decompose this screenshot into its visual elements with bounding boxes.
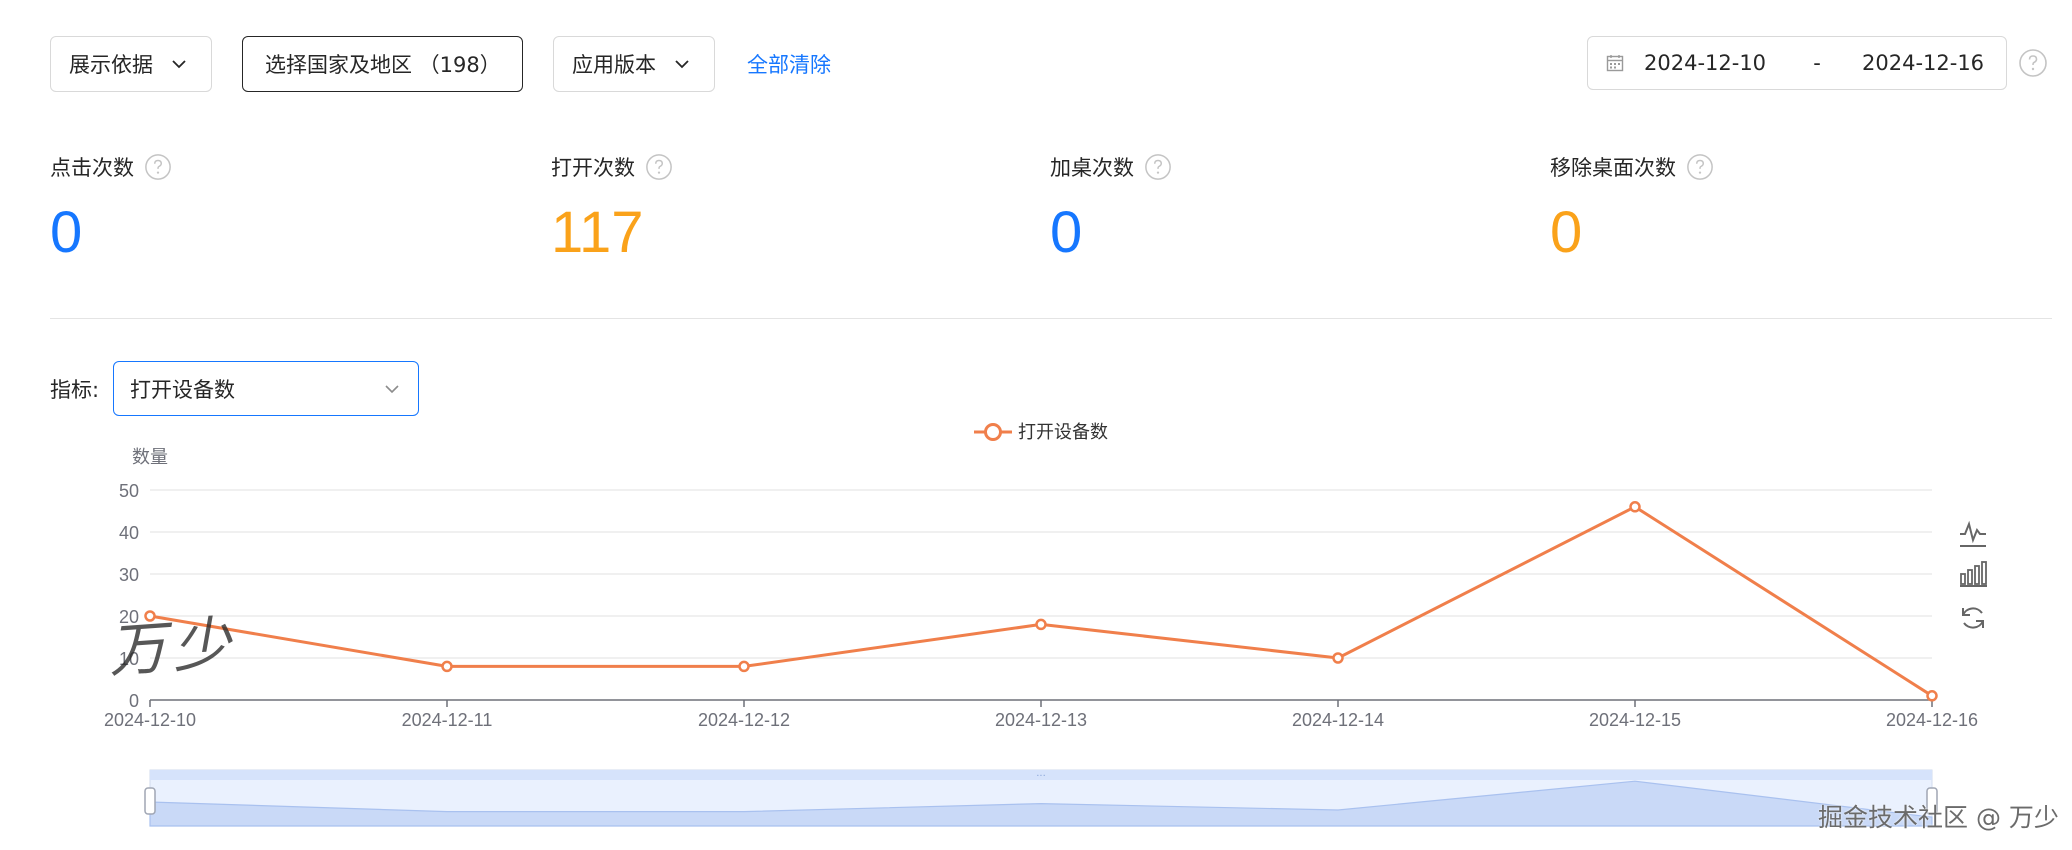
data-point [1035,618,1047,631]
data-point [1926,690,1938,702]
y-axis-label: 数量 [132,447,168,468]
y-tick-label: 50 [119,481,139,501]
x-tick-label: 2024-12-11 [402,710,493,730]
y-tick-label: 30 [119,565,139,585]
series-line [149,505,1933,698]
handwritten-watermark: 万少 [106,608,239,686]
line-chart-icon[interactable] [1960,520,1986,547]
trend-line-chart: 01020304050数量2024-12-10 2024-12-11 2024-12… [104,422,1987,827]
x-tick-label: 2024-12-12 [698,710,790,730]
data-point [738,660,750,673]
legend-label: 打开设备数 [1018,422,1108,443]
x-tick-label: 2024-12-14 [1292,710,1384,730]
datazoom-left-handle[interactable] [144,787,156,815]
data-point [441,660,453,673]
x-tick-label: 2024-12-15 [1589,710,1681,730]
restore-icon[interactable] [1962,607,1984,629]
site-watermark: 掘金技术社区 @ 万少 [1818,803,2059,832]
x-tick-label: 2024-12-16 [1886,710,1978,730]
bar-chart-icon[interactable] [1960,561,1987,587]
data-point [1629,501,1641,513]
y-tick-label: 0 [129,691,139,711]
x-tick-label: 2024-12-10 [104,710,196,730]
x-tick-label: 2024-12-13 [995,710,1087,730]
y-tick-label: 40 [119,523,139,543]
datazoom-drag-grip: ··· [1036,771,1046,782]
data-point [1332,652,1344,664]
legend-marker-icon [984,423,1002,441]
